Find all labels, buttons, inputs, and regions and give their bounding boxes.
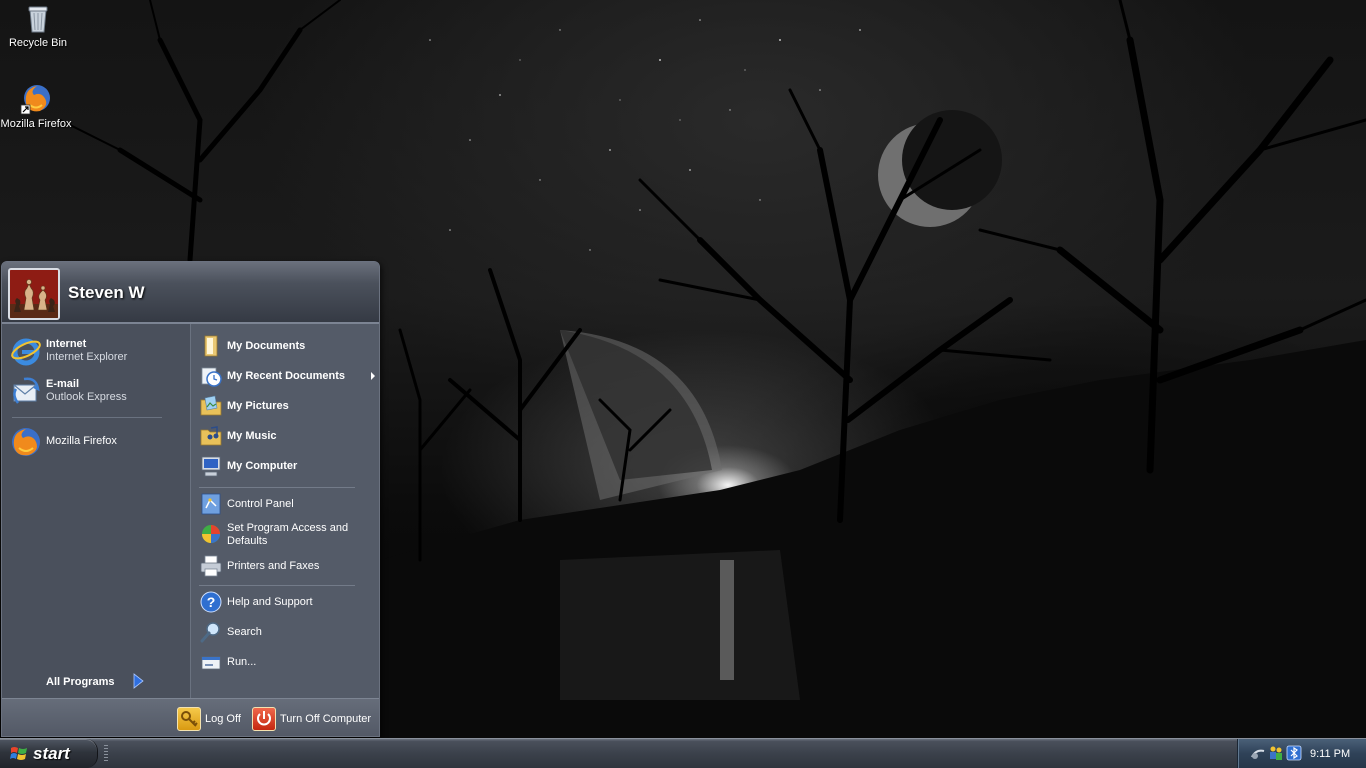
start-menu: Steven W Internet Internet Explorer E-ma… xyxy=(1,261,380,737)
recent-program-mozilla-firefox[interactable]: Mozilla Firefox xyxy=(8,423,184,461)
desktop-icon-mozilla-firefox[interactable]: Mozilla Firefox xyxy=(0,83,72,130)
windows-logo-icon xyxy=(10,745,28,763)
start-button[interactable]: start xyxy=(0,739,98,768)
control-panel-icon xyxy=(199,492,223,516)
place-label: My Pictures xyxy=(227,400,289,412)
separator xyxy=(199,487,355,488)
log-off-button[interactable]: Log Off xyxy=(177,707,247,731)
chess-pieces-avatar xyxy=(10,270,58,318)
taskbar-grip[interactable] xyxy=(104,745,108,763)
all-programs-button[interactable]: All Programs xyxy=(46,672,156,692)
printer-icon xyxy=(199,554,223,578)
help-label: Search xyxy=(227,626,262,638)
user-name: Steven W xyxy=(68,283,145,302)
pinned-item-subtitle: Outlook Express xyxy=(46,391,127,403)
separator xyxy=(199,585,355,586)
place-my-computer[interactable]: My Computer xyxy=(197,452,377,480)
taskbar: start 9:11 PM xyxy=(0,738,1366,768)
turn-off-label: Turn Off Computer xyxy=(280,713,372,725)
program-access-icon xyxy=(199,522,223,546)
svg-text:?: ? xyxy=(207,594,216,610)
place-label: My Computer xyxy=(227,460,298,472)
firefox-icon xyxy=(10,426,42,458)
outlook-express-icon xyxy=(10,375,42,407)
system-tray: 9:11 PM xyxy=(1237,739,1366,768)
system-set-program-access[interactable]: Set Program Access and Defaults xyxy=(197,520,377,550)
place-my-documents[interactable]: My Documents xyxy=(197,332,377,360)
recent-program-label: Mozilla Firefox xyxy=(46,435,117,447)
place-my-pictures[interactable]: My Pictures xyxy=(197,392,377,420)
system-printers-and-faxes[interactable]: Printers and Faxes xyxy=(197,552,377,580)
system-label: Control Panel xyxy=(227,498,294,510)
help-label: Help and Support xyxy=(227,596,313,608)
pinned-item-internet[interactable]: Internet Internet Explorer xyxy=(8,332,184,370)
network-icon[interactable] xyxy=(1250,745,1266,761)
start-label: start xyxy=(33,744,70,763)
desktop-icon-label: Mozilla Firefox xyxy=(0,118,72,130)
log-off-label: Log Off xyxy=(205,713,241,725)
help-and-support[interactable]: ? Help and Support xyxy=(197,588,377,616)
pinned-item-email[interactable]: E-mail Outlook Express xyxy=(8,372,184,410)
key-icon xyxy=(177,707,201,731)
desktop-icon-label: Recycle Bin xyxy=(8,37,68,49)
system-label: Set Program Access and Defaults xyxy=(227,522,349,547)
pinned-item-title: E-mail xyxy=(46,378,80,390)
separator xyxy=(12,417,162,418)
place-my-recent-documents[interactable]: My Recent Documents xyxy=(197,362,377,390)
computer-icon xyxy=(199,454,223,478)
lake xyxy=(560,550,800,700)
run[interactable]: Run... xyxy=(197,648,377,676)
place-label: My Documents xyxy=(227,340,306,352)
folder-pictures-icon xyxy=(199,394,223,418)
place-label: My Music xyxy=(227,430,277,442)
power-icon xyxy=(252,707,276,731)
pinned-item-title: Internet xyxy=(46,338,87,350)
clock[interactable]: 9:11 PM xyxy=(1310,748,1350,760)
all-programs-label: All Programs xyxy=(46,676,115,688)
system-label: Printers and Faxes xyxy=(227,560,320,572)
planet xyxy=(560,330,722,500)
start-menu-header: Steven W xyxy=(2,262,379,324)
help-icon: ? xyxy=(199,590,223,614)
turn-off-computer-button[interactable]: Turn Off Computer xyxy=(252,707,377,731)
users-icon[interactable] xyxy=(1268,745,1284,761)
system-control-panel[interactable]: Control Panel xyxy=(197,490,377,518)
recycle-bin-icon xyxy=(22,2,54,34)
arrow-right-icon xyxy=(132,673,144,689)
folder-documents-icon xyxy=(199,334,223,358)
internet-explorer-icon xyxy=(10,335,42,367)
stars xyxy=(429,19,861,251)
start-menu-footer: Log Off Turn Off Computer xyxy=(2,698,379,736)
folder-music-icon xyxy=(199,424,223,448)
bluetooth-icon[interactable] xyxy=(1286,745,1302,761)
light-reflection xyxy=(720,560,734,680)
search-icon xyxy=(199,620,223,644)
recent-documents-icon xyxy=(199,364,223,388)
run-icon xyxy=(199,650,223,674)
desktop-icon-recycle-bin[interactable]: Recycle Bin xyxy=(2,2,74,49)
user-avatar[interactable] xyxy=(8,268,60,320)
submenu-arrow-icon xyxy=(371,372,375,380)
start-menu-left-pane: Internet Internet Explorer E-mail Outloo… xyxy=(2,324,190,698)
pinned-item-subtitle: Internet Explorer xyxy=(46,351,128,363)
search[interactable]: Search xyxy=(197,618,377,646)
help-label: Run... xyxy=(227,656,257,668)
place-my-music[interactable]: My Music xyxy=(197,422,377,450)
firefox-icon xyxy=(20,83,52,115)
place-label: My Recent Documents xyxy=(227,370,345,382)
start-menu-right-pane: My Documents My Recent Documents My Pict… xyxy=(190,324,379,698)
